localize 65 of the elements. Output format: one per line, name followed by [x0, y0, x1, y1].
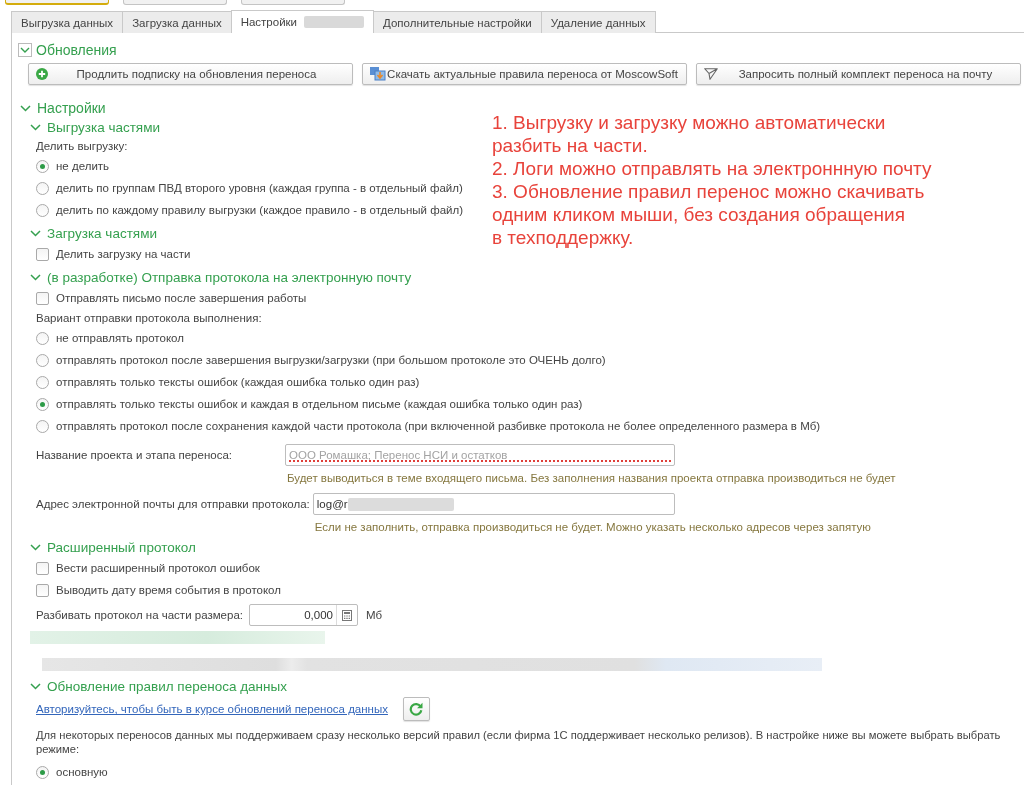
chevron-down-icon[interactable] — [30, 273, 41, 281]
field-label: Делить выгрузку: — [36, 139, 128, 154]
paper-plane-icon — [704, 68, 718, 80]
tab[interactable]: Выгрузка данных — [11, 11, 124, 33]
option-label[interactable]: отправлять только тексты ошибок (каждая ошибка только один раз) — [56, 376, 420, 388]
chevron-down-icon[interactable] — [20, 104, 31, 112]
radio-button[interactable] — [36, 419, 49, 433]
cut-off-button[interactable] — [123, 0, 227, 5]
tab[interactable]: Дополнительные настройки — [373, 11, 542, 33]
number-field[interactable]: 0,000 — [249, 604, 358, 626]
link[interactable]: Авторизуйтесь, чтобы быть в курсе обновлений переноса данных — [36, 703, 388, 715]
radio-button[interactable] — [36, 331, 49, 345]
command-button[interactable]: Продлить подписку на обновления переноса — [28, 63, 353, 85]
chevron-down-icon[interactable] — [18, 43, 32, 57]
checkbox-label[interactable]: Вести расширенный протокол ошибок — [56, 562, 260, 574]
tab[interactable]: Настройки — [230, 10, 375, 33]
field-label: Название проекта и этапа переноса: — [36, 448, 233, 463]
option-label[interactable]: отправлять только тексты ошибок и каждая в отдельном письме (каждая ошибка только один раз) — [56, 398, 583, 410]
checkbox[interactable] — [36, 247, 49, 261]
annotation-text: 1. Выгрузку и загрузку можно автоматически разбить на части. — [492, 111, 887, 157]
field-label: Адрес электронной почты для отправки протокола: — [36, 497, 310, 512]
unit-label: Мб — [366, 609, 383, 621]
refresh-button[interactable] — [402, 697, 430, 721]
hint-text: Будет выводиться в теме входящего письма. Без заполнения названия проекта отправка производиться не будет — [286, 471, 896, 486]
radio-button[interactable] — [36, 375, 49, 389]
annotation-text: 3. Обновление правил перенос можно скачивать одним кликом мыши, без создания обращения в техподдержку. — [492, 180, 926, 249]
description-text: Для некоторых переносов данных мы поддерживаем сразу несколько версий правил (если фирма 1С поддерживает несколько релизов). В настройке ниже вы можете выбрать выбрать режиме: — [35, 728, 1002, 756]
document-arrow-icon — [370, 67, 386, 81]
tab[interactable]: Удаление данных — [540, 11, 656, 33]
field-label: Вариант отправки протокола выполнения: — [36, 311, 262, 326]
plus-circle-icon — [36, 68, 48, 80]
chevron-down-icon[interactable] — [30, 543, 41, 551]
chevron-down-icon[interactable] — [30, 682, 41, 690]
field-label: Разбивать протокол на части размера: — [36, 609, 243, 621]
annotation-text: 2. Логи можно отправлять на электроннную почту — [492, 157, 932, 180]
hint-text: Если не заполнить, отправка производиться не будет. Можно указать несколько адресов через запятую — [313, 520, 871, 535]
radio-button[interactable] — [36, 159, 49, 173]
option-label[interactable]: отправлять протокол после сохранения каждой части протокола (при включенной разбивке протокола не более определенного размера в Мб) — [56, 420, 821, 432]
radio-button[interactable] — [36, 765, 49, 779]
chevron-down-icon[interactable] — [30, 123, 41, 131]
option-label[interactable]: отправлять протокол после завершения выгрузки/загрузки (при большом протоколе это ОЧЕНЬ долго) — [56, 354, 606, 366]
option-label[interactable]: не делить — [56, 160, 110, 172]
option-label[interactable]: не отправлять протокол — [56, 332, 184, 344]
cut-off-button[interactable] — [241, 0, 345, 5]
option-label[interactable]: делить по группам ПВД второго уровня (каждая группа - в отдельный файл) — [56, 182, 463, 194]
calculator-icon[interactable] — [342, 609, 352, 621]
checkbox[interactable] — [36, 291, 49, 305]
option-label[interactable]: делить по каждому правилу выгрузки (каждое правило - в отдельный файл) — [56, 204, 464, 216]
cut-off-button[interactable] — [5, 0, 109, 5]
checkbox-label[interactable]: Выводить дату время события в протокол — [56, 584, 281, 596]
command-button[interactable]: Скачать актуальные правила переноса от MoscowSoft — [362, 63, 687, 85]
checkbox-label[interactable]: Отправлять письмо после завершения работы — [56, 292, 307, 304]
radio-button[interactable] — [36, 397, 49, 411]
option-label[interactable]: основную — [56, 766, 108, 778]
refresh-icon — [409, 702, 424, 716]
radio-button[interactable] — [36, 353, 49, 367]
chevron-down-icon[interactable] — [30, 229, 41, 237]
radio-button[interactable] — [36, 203, 49, 217]
command-button[interactable]: Запросить полный комплект переноса на почту — [696, 63, 1021, 85]
tab[interactable]: Загрузка данных — [122, 11, 232, 33]
checkbox-label[interactable]: Делить загрузку на части — [56, 248, 191, 260]
checkbox[interactable] — [36, 583, 49, 597]
radio-button[interactable] — [36, 181, 49, 195]
text-field[interactable]: log@r — [312, 493, 675, 515]
checkbox[interactable] — [36, 561, 49, 575]
